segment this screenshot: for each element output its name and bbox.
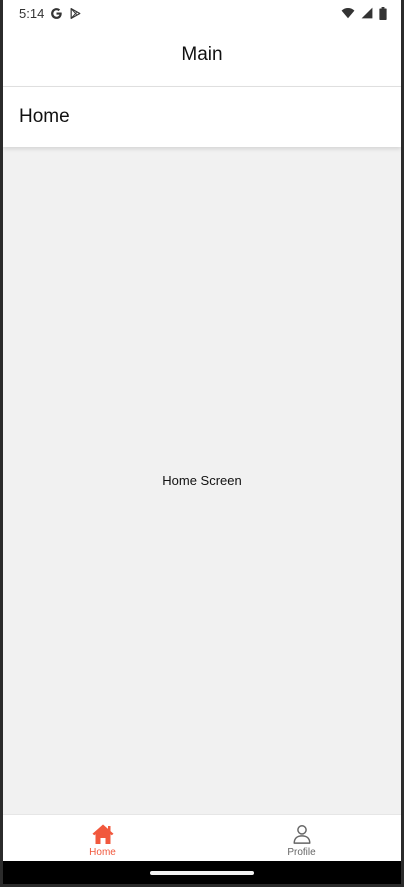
- google-g-icon: [50, 7, 63, 20]
- tab-profile-label: Profile: [287, 847, 316, 858]
- status-left: 5:14: [19, 6, 82, 21]
- status-time: 5:14: [19, 5, 45, 21]
- home-icon: [91, 823, 115, 845]
- app-header: Main: [3, 26, 401, 87]
- play-store-icon: [69, 7, 82, 20]
- content-text: Home Screen: [162, 472, 242, 488]
- status-bar: 5:14: [3, 0, 401, 26]
- gesture-home-indicator[interactable]: [150, 871, 254, 875]
- header-title: Main: [181, 44, 223, 65]
- screen-header: Home: [3, 87, 401, 147]
- screen-title: Home: [19, 106, 70, 127]
- person-icon: [291, 823, 313, 845]
- tab-home-label: Home: [89, 847, 116, 858]
- tab-home[interactable]: Home: [3, 815, 202, 862]
- app-screen: 5:14 Main Home Home Screen Home Profile: [3, 0, 401, 884]
- system-nav-bar: [3, 861, 401, 884]
- wifi-icon: [341, 7, 355, 19]
- signal-icon: [361, 7, 373, 19]
- status-right: [341, 6, 387, 20]
- battery-icon: [379, 6, 387, 20]
- bottom-tab-bar: Home Profile: [3, 814, 401, 862]
- main-content: Home Screen: [3, 148, 401, 814]
- tab-profile[interactable]: Profile: [202, 815, 401, 862]
